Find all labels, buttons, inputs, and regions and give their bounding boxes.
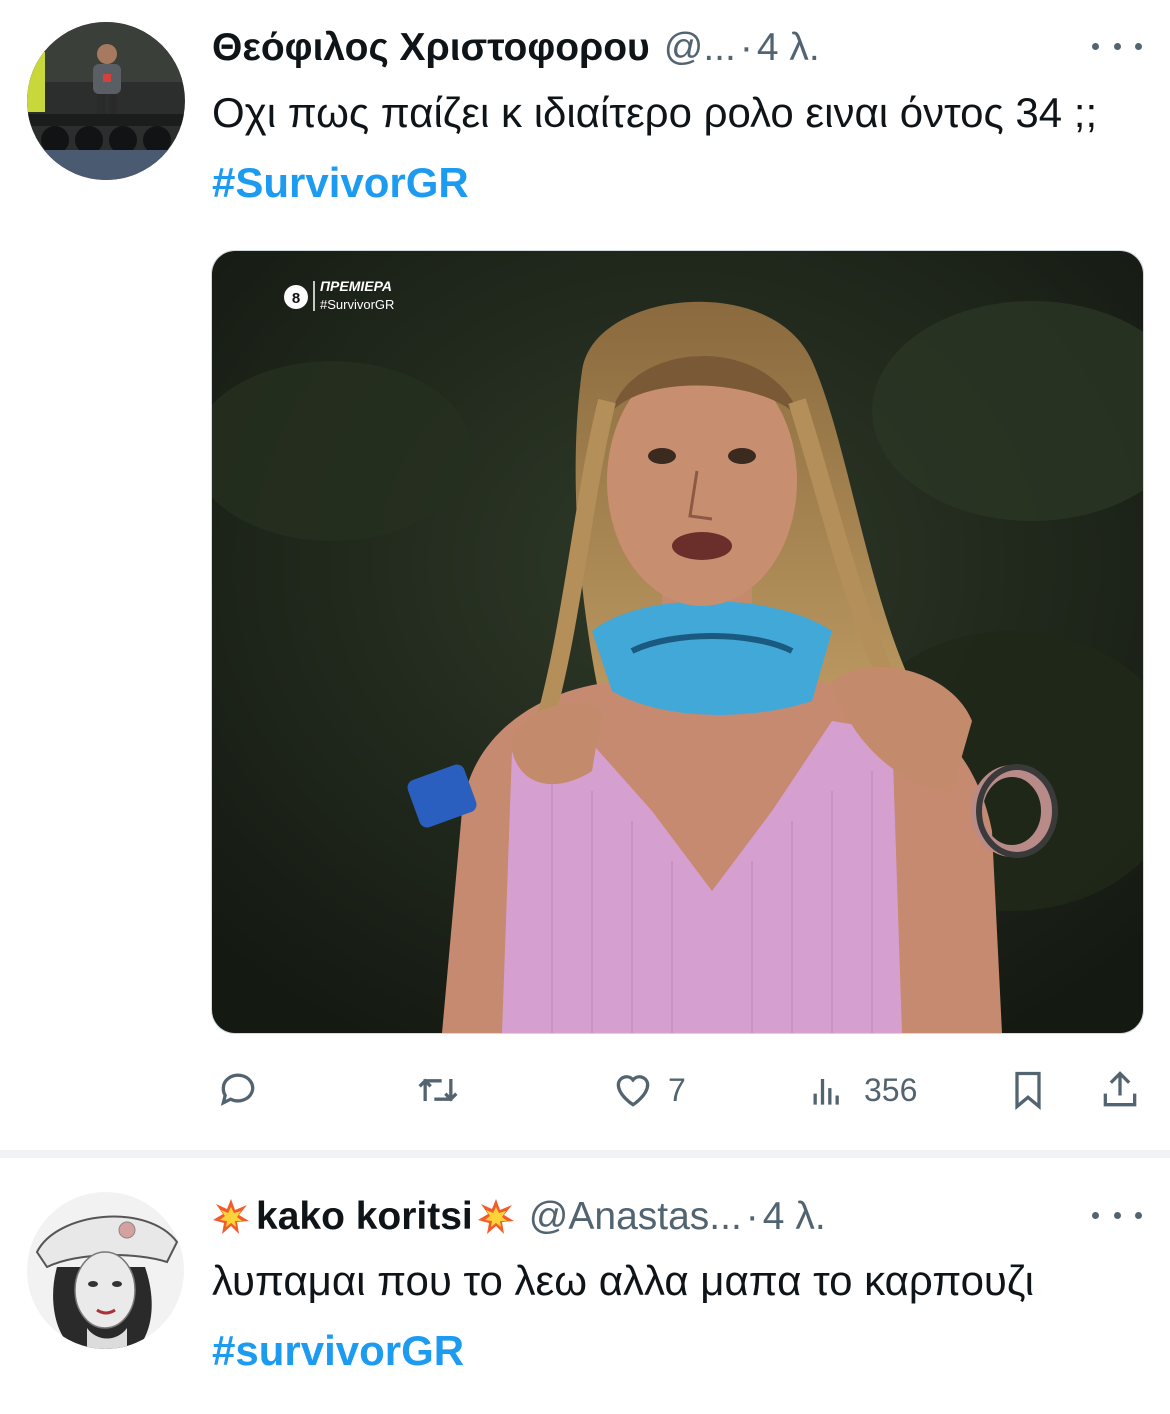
tweet-header: kako koritsi @Anastas... · 4 λ.: [212, 1189, 826, 1245]
avatar[interactable]: [27, 1192, 184, 1349]
tweet-text: Οχι πως παίζει κ ιδιαίτερο ρολο ειναι όν…: [212, 78, 1142, 218]
tweet-media-image[interactable]: 8 ΠΡΕΜΙΕΡΑ #SurvivorGR: [211, 250, 1144, 1034]
tweet[interactable]: Θεόφιλος Χριστοφορου @... · 4 λ. Οχι πως…: [0, 0, 1170, 1150]
views-button[interactable]: 356: [806, 1060, 917, 1120]
tweet-body: λυπαμαι που το λεω αλλα μαπα το καρπουζι: [212, 1257, 1034, 1304]
tweet-body: Οχι πως παίζει κ ιδιαίτερο ρολο ειναι όν…: [212, 89, 1098, 136]
timestamp[interactable]: 4 λ.: [763, 1195, 826, 1239]
badge-title: ΠΡΕΜΙΕΡΑ: [320, 278, 392, 294]
view-count: 356: [864, 1071, 918, 1108]
bookmark-icon: [1015, 1071, 1041, 1111]
hashtag-link[interactable]: #survivorGR: [212, 1327, 464, 1374]
more-icon[interactable]: [1092, 36, 1142, 56]
channel-badge: 8: [292, 290, 300, 307]
retweet-icon: [418, 1078, 458, 1102]
share-icon: [1103, 1071, 1137, 1107]
separator-dot: ·: [739, 26, 753, 69]
tweet-divider: [0, 1150, 1170, 1158]
badge-tag: #SurvivorGR: [320, 297, 394, 312]
like-count: 7: [668, 1071, 686, 1108]
views-icon: [813, 1079, 839, 1105]
retweet-button[interactable]: [414, 1060, 462, 1120]
like-icon: [616, 1075, 650, 1107]
share-button[interactable]: [1098, 1060, 1142, 1120]
hashtag-link[interactable]: #SurvivorGR: [212, 159, 469, 206]
tweet-actions: 7 356: [0, 1060, 1170, 1120]
display-name[interactable]: Θεόφιλος Χριστοφορου: [212, 26, 650, 70]
user-handle[interactable]: @...: [664, 26, 736, 70]
user-handle[interactable]: @Anastas...: [529, 1195, 742, 1239]
avatar[interactable]: [27, 22, 185, 180]
bookmark-button[interactable]: [1006, 1060, 1050, 1120]
timestamp[interactable]: 4 λ.: [757, 26, 820, 70]
collision-emoji-icon: [477, 1199, 514, 1234]
photo-woman-survivor: 8 ΠΡΕΜΙΕΡΑ #SurvivorGR: [212, 251, 1143, 1033]
reply-button[interactable]: [216, 1060, 260, 1120]
more-icon[interactable]: [1092, 1205, 1142, 1225]
tweet-text: λυπαμαι που το λεω αλλα μαπα το καρπουζι…: [212, 1246, 1142, 1386]
display-name[interactable]: kako koritsi: [256, 1195, 473, 1239]
like-button[interactable]: 7: [610, 1060, 686, 1120]
collision-emoji-icon: [213, 1199, 249, 1234]
tweet-header: Θεόφιλος Χριστοφορου @... · 4 λ.: [212, 20, 820, 76]
reply-icon: [220, 1073, 255, 1106]
separator-dot: ·: [745, 1195, 759, 1238]
